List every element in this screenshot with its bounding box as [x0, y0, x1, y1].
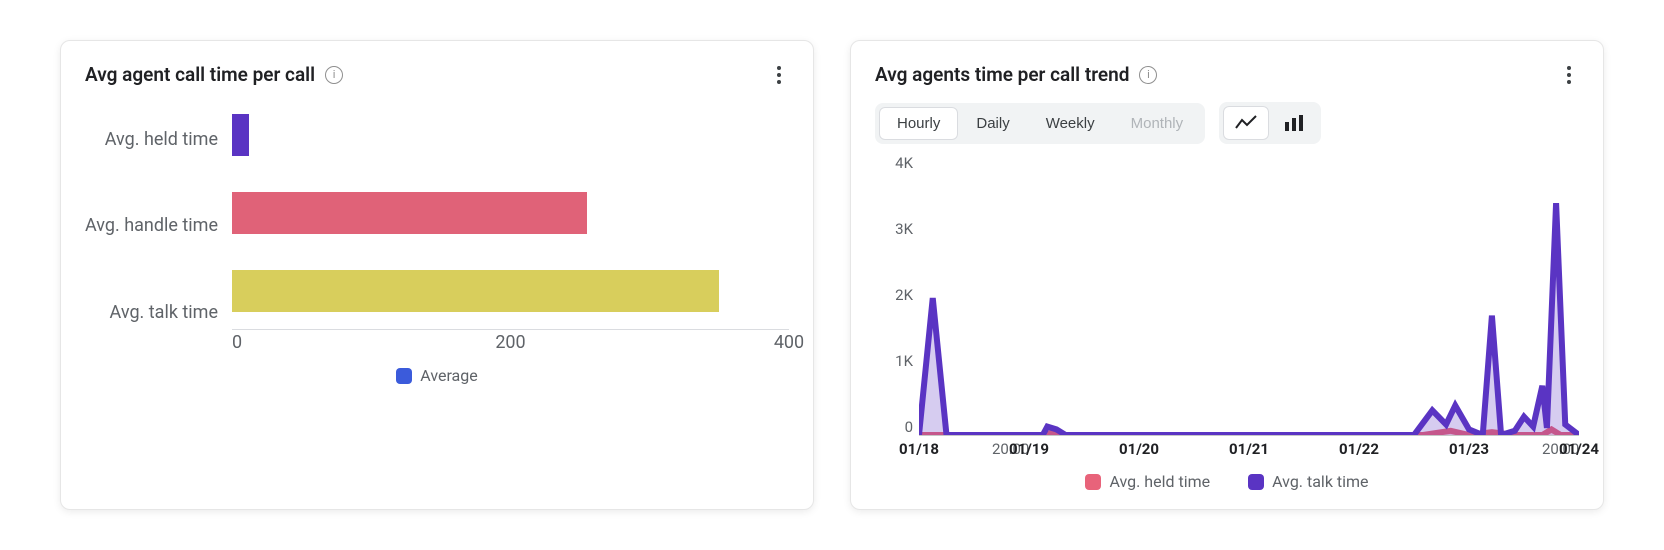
bar-category-label: Avg. held time: [85, 129, 218, 150]
tab-hourly[interactable]: Hourly: [879, 107, 958, 140]
bar-category-label: Avg. handle time: [85, 215, 218, 236]
info-icon[interactable]: i: [1139, 66, 1157, 84]
trend-toolbar: Hourly Daily Weekly Monthly: [875, 102, 1579, 144]
y-tick: 4K: [895, 154, 913, 172]
line-chart-icon[interactable]: [1223, 106, 1269, 140]
y-tick: 3K: [895, 220, 913, 238]
x-tick: 200: [495, 332, 525, 353]
x-tick: 01/22: [1339, 440, 1379, 458]
legend-label: Average: [420, 366, 477, 385]
x-tick: 400: [774, 332, 804, 353]
tab-daily[interactable]: Daily: [958, 107, 1027, 140]
x-tick: 01/18: [899, 440, 939, 458]
granularity-segmented: Hourly Daily Weekly Monthly: [875, 103, 1205, 144]
info-icon[interactable]: i: [325, 66, 343, 84]
bar: [232, 114, 249, 156]
y-tick: 2K: [895, 286, 913, 304]
x-tick: 0: [232, 332, 242, 353]
bar-chart-legend: Average: [85, 366, 789, 385]
x-tick: 01/21: [1229, 440, 1269, 458]
x-tick: 01/24: [1559, 440, 1599, 458]
card-header: Avg agent call time per call i: [85, 63, 789, 86]
tab-monthly: Monthly: [1113, 107, 1202, 140]
y-tick: 1K: [895, 352, 913, 370]
bar: [232, 192, 587, 234]
bar-chart-icon[interactable]: [1271, 106, 1317, 140]
card-title: Avg agents time per call trend: [875, 63, 1129, 86]
card-avg-agent-call-time: Avg agent call time per call i Avg. held…: [60, 40, 814, 510]
x-tick: 01/20: [1119, 440, 1159, 458]
card-header: Avg agents time per call trend i: [875, 63, 1579, 86]
legend-swatch: [396, 368, 412, 384]
bar-category-label: Avg. talk time: [85, 302, 218, 323]
card-avg-agents-time-trend: Avg agents time per call trend i Hourly …: [850, 40, 1604, 510]
kebab-menu-icon[interactable]: [769, 65, 789, 85]
chart-type-segmented: [1219, 102, 1321, 144]
kebab-menu-icon[interactable]: [1559, 65, 1579, 85]
legend-swatch-talk: [1248, 474, 1264, 490]
bar-chart: Avg. held time Avg. handle time Avg. talk …: [85, 96, 789, 491]
bar: [232, 270, 719, 312]
legend-label-held: Avg. held time: [1109, 472, 1210, 491]
line-chart: 4K3K2K1K0 01/1820:0001/1901/2001/2101/22…: [875, 154, 1579, 491]
legend-label-talk: Avg. talk time: [1272, 472, 1368, 491]
card-title: Avg agent call time per call: [85, 63, 315, 86]
legend-swatch-held: [1085, 474, 1101, 490]
y-tick: 0: [905, 418, 913, 436]
tab-weekly[interactable]: Weekly: [1028, 107, 1113, 140]
line-chart-legend: Avg. held time Avg. talk time: [875, 472, 1579, 491]
x-tick: 01/19: [1009, 440, 1049, 458]
x-tick: 01/23: [1449, 440, 1489, 458]
